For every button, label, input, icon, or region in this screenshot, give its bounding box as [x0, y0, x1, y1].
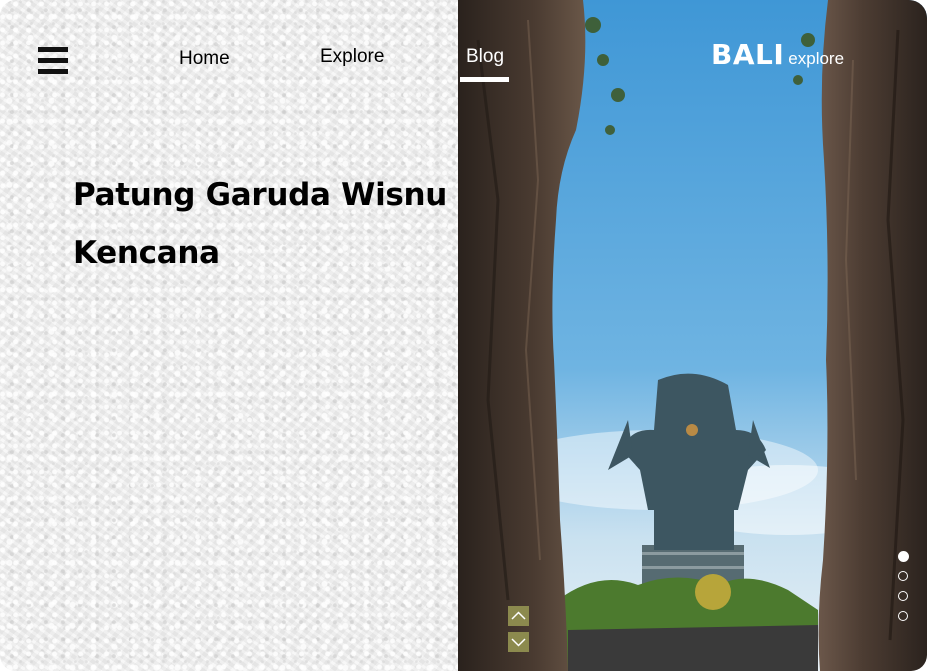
- page: Home Explore Patung Garuda Wisnu Kencana: [0, 0, 927, 671]
- slide-next-button[interactable]: [508, 632, 529, 652]
- brand-main: BALI: [711, 38, 785, 71]
- slide-dot-3[interactable]: [898, 591, 908, 601]
- chevron-down-icon: [511, 638, 526, 647]
- slide-dot-2[interactable]: [898, 571, 908, 581]
- left-panel-texture: [0, 0, 458, 671]
- hamburger-menu-icon[interactable]: [38, 47, 68, 75]
- slide-prev-button[interactable]: [508, 606, 529, 626]
- brand-logo[interactable]: BALI explore: [711, 38, 844, 71]
- title-line-2: Kencana: [73, 235, 220, 271]
- title-line-1: Patung Garuda Wisnu: [73, 177, 448, 213]
- hero-photo: [458, 0, 927, 671]
- active-tab-indicator: [460, 77, 509, 82]
- nav-home-link[interactable]: Home: [179, 48, 230, 70]
- chevron-up-icon: [511, 611, 526, 620]
- hero-image-panel: [458, 0, 927, 671]
- slide-dot-4[interactable]: [898, 611, 908, 621]
- brand-sub: explore: [788, 49, 845, 68]
- nav-blog-link[interactable]: Blog: [466, 46, 504, 68]
- page-title: Patung Garuda Wisnu Kencana: [73, 166, 463, 282]
- slide-dot-1[interactable]: [898, 551, 909, 562]
- nav-explore-link[interactable]: Explore: [320, 46, 384, 68]
